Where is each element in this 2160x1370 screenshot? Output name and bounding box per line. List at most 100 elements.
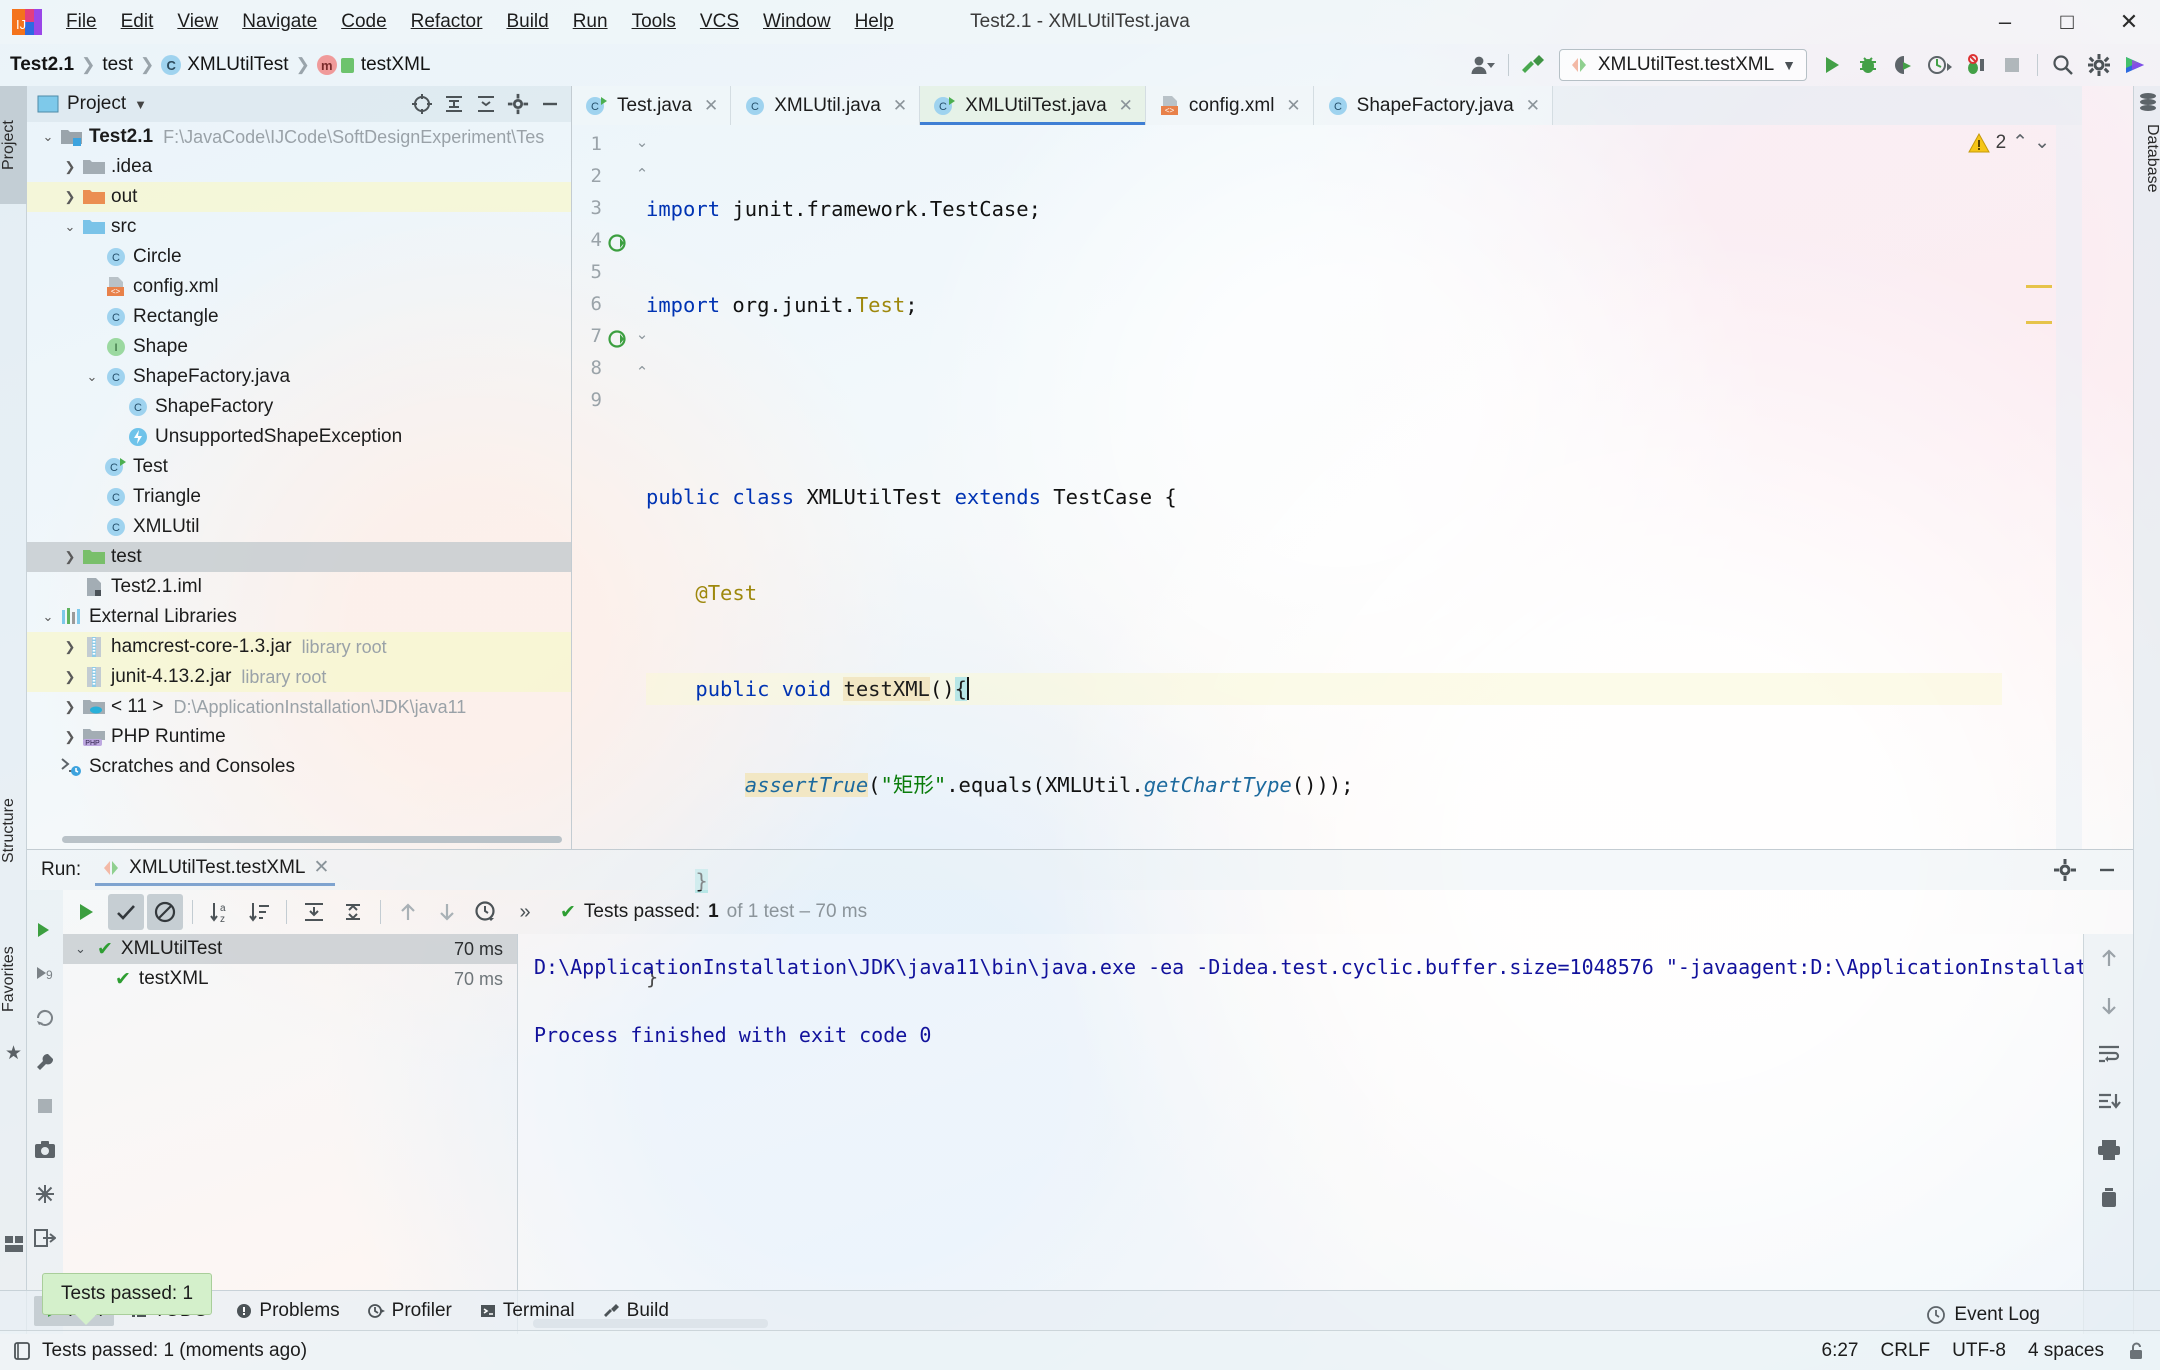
menu-vcs[interactable]: VCS [688, 8, 751, 36]
expand-all-icon[interactable] [439, 89, 469, 119]
chevron-down-icon[interactable]: ⌄ [37, 129, 59, 145]
tree-row-triangle[interactable]: C Triangle [27, 482, 571, 512]
tree-row-scratches-and-consoles[interactable]: Scratches and Consoles [27, 752, 571, 782]
hammer-build-icon[interactable] [1517, 48, 1551, 82]
soft-wrap-icon[interactable] [2084, 1030, 2134, 1078]
tree-row-test2-1[interactable]: ⌄ Test2.1 F:\JavaCode\IJCode\SoftDesignExp… [27, 122, 571, 152]
tree-row-junit-4-13-2-jar[interactable]: ❯ junit-4.13.2.jar library root [27, 662, 571, 692]
exit-icon[interactable] [27, 1216, 63, 1260]
breadcrumb-project[interactable]: Test2.1 [10, 54, 74, 76]
user-settings-icon[interactable] [1466, 48, 1500, 82]
tree-row-test2-1-iml[interactable]: Test2.1.iml [27, 572, 571, 602]
close-icon[interactable]: ✕ [313, 856, 329, 879]
scroll-to-end-icon[interactable] [2084, 1078, 2134, 1126]
editor-tab-shapefactory-java[interactable]: C ShapeFactory.java ✕ [1313, 86, 1553, 125]
thread-dump-icon[interactable] [27, 1172, 63, 1216]
code-editor[interactable]: 1 2 3 4 5 6 7 8 9 ⌄ ⌃ ⌄ ⌃ import junit.f… [572, 125, 2082, 989]
run-icon[interactable] [1815, 48, 1849, 82]
editor-tab-xmlutiltest-java[interactable]: C XMLUtilTest.java ✕ [920, 86, 1146, 125]
ide-help-icon[interactable] [2118, 48, 2152, 82]
layout-grid-icon[interactable] [5, 1236, 23, 1252]
bottom-tab-terminal[interactable]: Terminal [469, 1296, 586, 1326]
menu-navigate[interactable]: Navigate [230, 8, 329, 36]
expand-all-icon[interactable] [296, 894, 332, 930]
menu-file[interactable]: File [54, 8, 109, 36]
editor-tab-config-xml[interactable]: <> config.xml ✕ [1145, 86, 1314, 125]
menu-refactor[interactable]: Refactor [399, 8, 495, 36]
maximize-button[interactable]: □ [2036, 0, 2098, 44]
editor-gutter[interactable]: 1 2 3 4 5 6 7 8 9 ⌄ ⌃ ⌄ ⌃ [572, 125, 649, 849]
scroll-up-icon[interactable] [2084, 934, 2134, 982]
test-tree-row-class[interactable]: ⌄ ✔ XMLUtilTest 70 ms [63, 934, 517, 964]
chevron-right-icon[interactable]: ❯ [59, 639, 81, 655]
test-tree-row-method[interactable]: ✔ testXML 70 ms [63, 964, 517, 994]
hide-panel-icon[interactable] [2089, 852, 2125, 888]
sort-alphabetically-icon[interactable]: az [202, 894, 238, 930]
tree-row-11[interactable]: ❯ < 11 > D:\ApplicationInstallation\JDK\ja… [27, 692, 571, 722]
profiler-icon[interactable] [1923, 48, 1957, 82]
event-log-button[interactable]: Event Log [1926, 1304, 2040, 1326]
chevron-down-icon[interactable]: ▼ [1782, 57, 1796, 73]
tree-row-idea[interactable]: ❯ .idea [27, 152, 571, 182]
unlocked-padlock-icon[interactable] [2126, 1341, 2146, 1361]
warning-stripe-marker[interactable] [2026, 285, 2052, 288]
gear-icon[interactable] [2047, 852, 2083, 888]
caret-position[interactable]: 6:27 [1822, 1340, 1859, 1362]
bottom-tab-profiler[interactable]: Profiler [357, 1296, 463, 1326]
chevron-right-icon[interactable]: ❯ [59, 159, 81, 175]
minimize-button[interactable]: – [1974, 0, 2036, 44]
close-icon[interactable]: ✕ [893, 96, 907, 116]
breadcrumb-method[interactable]: m testXML [316, 54, 431, 76]
chevron-down-icon[interactable]: ⌄ [37, 609, 59, 625]
warning-stripe-marker[interactable] [2026, 321, 2052, 324]
more-actions-icon[interactable]: » [507, 894, 543, 930]
menu-build[interactable]: Build [494, 8, 560, 36]
run-tab[interactable]: XMLUtilTest.testXML ✕ [95, 856, 336, 886]
run-configuration-selector[interactable]: XMLUtilTest.testXML ▼ [1558, 49, 1807, 81]
menu-edit[interactable]: Edit [109, 8, 166, 36]
gear-icon[interactable] [503, 89, 533, 119]
close-icon[interactable]: ✕ [1526, 96, 1540, 116]
scroll-down-icon[interactable] [2084, 982, 2134, 1030]
tree-row-shape[interactable]: I Shape [27, 332, 571, 362]
bottom-tab-problems[interactable]: Problems [225, 1296, 350, 1326]
chevron-down-icon[interactable]: ⌄ [59, 219, 81, 235]
collapse-all-icon[interactable] [471, 89, 501, 119]
run-class-gutter-icon[interactable] [608, 233, 630, 255]
menu-tools[interactable]: Tools [620, 8, 688, 36]
tree-row-shapefactory-java[interactable]: ⌄ C ShapeFactory.java [27, 362, 571, 392]
close-icon[interactable]: ✕ [1119, 96, 1133, 116]
history-icon[interactable] [468, 894, 504, 930]
sidebar-item-structure[interactable]: Structure [0, 766, 27, 896]
chevron-right-icon[interactable]: ❯ [59, 189, 81, 205]
chevron-right-icon[interactable]: ❯ [59, 549, 81, 565]
line-separator[interactable]: CRLF [1881, 1340, 1931, 1362]
select-opened-file-icon[interactable] [407, 89, 437, 119]
settings-gear-icon[interactable] [2082, 48, 2116, 82]
chevron-down-icon[interactable]: ▼ [134, 97, 147, 112]
collapse-all-icon[interactable] [335, 894, 371, 930]
reload-icon[interactable] [27, 996, 63, 1040]
next-failed-icon[interactable] [429, 894, 465, 930]
project-tree-horizontal-scrollbar[interactable] [27, 833, 572, 845]
close-button[interactable]: ✕ [2098, 0, 2160, 44]
sidebar-item-favorites[interactable]: Favorites [0, 914, 27, 1044]
sort-by-duration-icon[interactable] [241, 894, 277, 930]
editor-tab-xmlutil-java[interactable]: C XMLUtil.java ✕ [731, 86, 921, 125]
stop-icon[interactable] [1995, 48, 2029, 82]
tree-row-hamcrest-core-1-3-jar[interactable]: ❯ hamcrest-core-1.3.jar library root [27, 632, 571, 662]
run-method-gutter-icon[interactable] [608, 329, 630, 351]
stop-icon[interactable] [27, 1084, 63, 1128]
close-icon[interactable]: ✕ [1286, 96, 1300, 116]
project-tree[interactable]: ⌄ Test2.1 F:\JavaCode\IJCode\SoftDesignExp… [27, 122, 571, 827]
next-problem-icon[interactable]: ⌄ [2034, 131, 2050, 154]
console-output[interactable]: D:\ApplicationInstallation\JDK\java11\bi… [518, 934, 2083, 1334]
search-everywhere-icon[interactable] [2046, 48, 2080, 82]
hide-ignored-icon[interactable] [147, 894, 183, 930]
clear-all-icon[interactable] [2084, 1174, 2134, 1222]
chevron-down-icon[interactable]: ⌄ [81, 369, 103, 385]
tree-row-src[interactable]: ⌄ src [27, 212, 571, 242]
menu-window[interactable]: Window [751, 8, 843, 36]
bottom-tab-build[interactable]: Build [592, 1296, 680, 1326]
print-icon[interactable] [2084, 1126, 2134, 1174]
